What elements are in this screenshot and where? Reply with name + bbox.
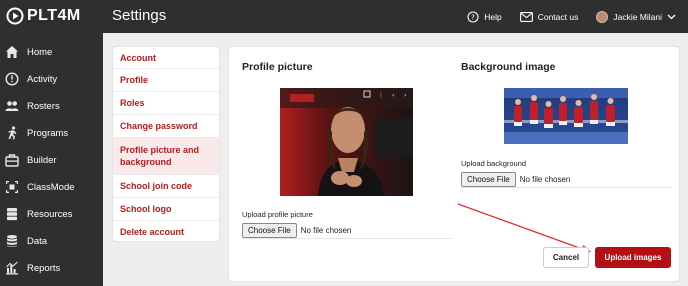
- menu-item-delete-account[interactable]: Delete account: [113, 221, 219, 242]
- cancel-button[interactable]: Cancel: [543, 247, 589, 268]
- sidebar-item-label: Programs: [27, 127, 69, 139]
- svg-text:›: ›: [404, 92, 406, 99]
- rosters-icon: [5, 99, 19, 113]
- profile-picture-file-input[interactable]: Choose File No file chosen: [242, 223, 351, 238]
- help-icon: ?: [467, 10, 479, 23]
- sidebar-item-classmode[interactable]: ClassMode: [0, 176, 103, 198]
- sidebar-item-label: Reports: [27, 262, 61, 274]
- menu-item-school-join-code[interactable]: School join code: [113, 175, 219, 198]
- menu-item-profile[interactable]: Profile: [113, 69, 219, 92]
- svg-text:‹: ‹: [392, 92, 394, 99]
- menu-item-profile-picture-and-background[interactable]: Profile picture and background: [113, 138, 219, 175]
- file-status: No file chosen: [300, 226, 352, 235]
- builder-icon: [5, 153, 19, 167]
- sidebar-item-label: Data: [27, 235, 48, 247]
- page-title: Settings: [112, 7, 167, 24]
- background-file-input[interactable]: Choose File No file chosen: [461, 172, 570, 187]
- profile-picture-preview: ⋮ ‹ ›: [280, 88, 413, 196]
- menu-item-change-password[interactable]: Change password: [113, 115, 219, 138]
- profile-picture-title: Profile picture: [242, 61, 313, 73]
- menu-item-account[interactable]: Account: [113, 47, 219, 69]
- divider: [461, 187, 671, 188]
- programs-icon: [5, 126, 19, 140]
- sidebar-item-rosters[interactable]: Rosters: [0, 95, 103, 117]
- choose-file-button[interactable]: Choose File: [461, 172, 516, 187]
- sidebar-item-label: Builder: [27, 154, 57, 166]
- reports-icon: [5, 261, 19, 275]
- background-image-title: Background image: [461, 61, 556, 73]
- choose-file-button[interactable]: Choose File: [242, 223, 297, 238]
- top-bar: PLT4M Settings ? Help Contact us Jackie …: [0, 0, 688, 33]
- user-menu[interactable]: Jackie Milani: [596, 10, 676, 23]
- chevron-down-icon: [667, 14, 676, 19]
- sidebar-item-label: Home: [27, 46, 53, 58]
- menu-item-roles[interactable]: Roles: [113, 92, 219, 115]
- sidebar-item-label: Resources: [27, 208, 73, 220]
- mail-icon: [519, 11, 533, 22]
- sidebar-item-data[interactable]: Data: [0, 230, 103, 252]
- sidebar-item-label: Activity: [27, 73, 58, 85]
- upload-background-label: Upload background: [461, 159, 527, 168]
- upload-profile-picture-label: Upload profile picture: [242, 210, 313, 219]
- data-icon: [5, 234, 19, 248]
- sidebar-item-label: Rosters: [27, 100, 60, 112]
- logo-play-icon: [6, 7, 24, 25]
- divider: [242, 238, 452, 239]
- logo-text: PLT4M: [27, 7, 81, 24]
- settings-menu: Account Profile Roles Change password Pr…: [112, 46, 220, 242]
- resources-icon: [5, 207, 19, 221]
- sidebar-item-programs[interactable]: Programs: [0, 122, 103, 144]
- contact-link[interactable]: Contact us: [519, 11, 579, 22]
- sidebar-item-resources[interactable]: Resources: [0, 203, 103, 225]
- sidebar-item-label: ClassMode: [27, 181, 75, 193]
- sidebar-item-activity[interactable]: Activity: [0, 68, 103, 90]
- file-status: No file chosen: [519, 175, 571, 184]
- avatar: [596, 10, 609, 23]
- upload-images-button[interactable]: Upload images: [595, 247, 671, 268]
- contact-label: Contact us: [537, 11, 579, 22]
- home-icon: [5, 45, 19, 59]
- sidebar-item-home[interactable]: Home: [0, 41, 103, 63]
- menu-item-school-logo[interactable]: School logo: [113, 198, 219, 221]
- classmode-icon: [5, 180, 19, 194]
- svg-text:⋮: ⋮: [378, 92, 384, 99]
- sidebar-item-reports[interactable]: Reports: [0, 257, 103, 279]
- svg-text:?: ?: [471, 13, 475, 21]
- background-image-preview: [504, 88, 628, 144]
- plt4m-logo[interactable]: PLT4M: [6, 6, 81, 26]
- help-link[interactable]: ? Help: [467, 10, 502, 23]
- activity-icon: [5, 72, 19, 86]
- user-name: Jackie Milani: [613, 11, 662, 22]
- sidebar: Home Activity Rosters Programs Builder C…: [0, 33, 103, 286]
- help-label: Help: [484, 11, 502, 22]
- sidebar-item-builder[interactable]: Builder: [0, 149, 103, 171]
